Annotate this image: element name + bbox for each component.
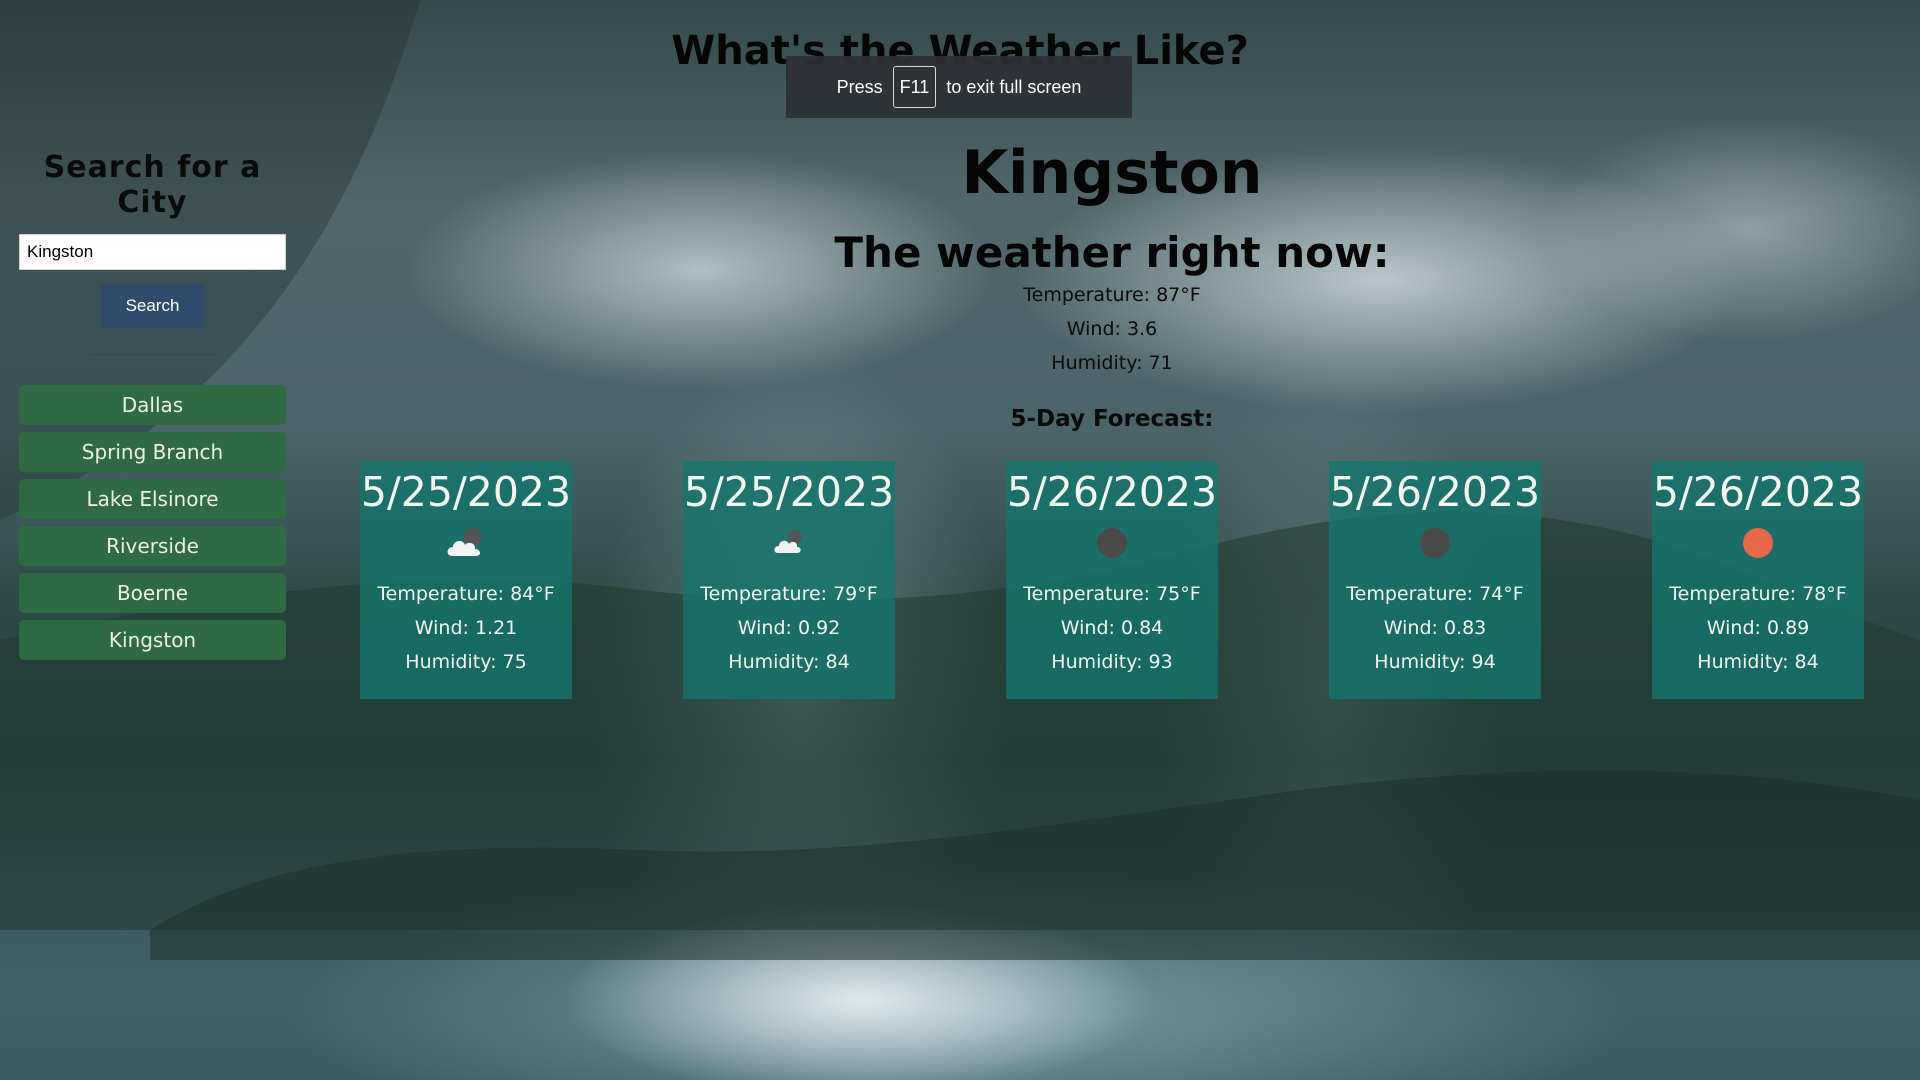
forecast-card-5: 5/26/2023 Temperature: 78°F Wind: 0.89 H… bbox=[1652, 461, 1864, 699]
history-button-kingston[interactable]: Kingston bbox=[19, 620, 286, 660]
fullscreen-notice-exit: to exit full screen bbox=[946, 76, 1082, 97]
current-temperature: Temperature: 87°F bbox=[1023, 284, 1201, 306]
f11-key-hint: F11 bbox=[892, 66, 937, 108]
forecast-temperature: Temperature: 75°F bbox=[1023, 583, 1201, 605]
forecast-card-2: 5/25/2023 Temperature: 79°F Wind: 0.92 H… bbox=[683, 461, 895, 699]
forecast-date: 5/25/2023 bbox=[360, 468, 572, 516]
forecast-wind: Wind: 0.92 bbox=[737, 617, 841, 639]
forecast-humidity: Humidity: 84 bbox=[1697, 651, 1819, 673]
forecast-temperature: Temperature: 78°F bbox=[1669, 583, 1847, 605]
forecast-heading: 5-Day Forecast: bbox=[1010, 406, 1214, 432]
few-clouds-night-icon bbox=[360, 517, 572, 569]
clear-night-icon bbox=[1329, 517, 1541, 569]
forecast-humidity: Humidity: 75 bbox=[405, 651, 527, 673]
sidebar-divider bbox=[89, 354, 216, 355]
history-button-boerne[interactable]: Boerne bbox=[19, 573, 286, 613]
forecast-date: 5/26/2023 bbox=[1329, 468, 1541, 516]
city-search-input[interactable] bbox=[19, 234, 286, 270]
forecast-card-3: 5/26/2023 Temperature: 75°F Wind: 0.84 H… bbox=[1006, 461, 1218, 699]
forecast-date: 5/26/2023 bbox=[1006, 468, 1218, 516]
forecast-humidity: Humidity: 94 bbox=[1374, 651, 1496, 673]
sidebar: Search for a City Search Dallas Spring B… bbox=[19, 150, 286, 667]
search-history-list: Dallas Spring Branch Lake Elsinore River… bbox=[19, 385, 286, 660]
scattered-clouds-night-icon bbox=[683, 517, 895, 569]
current-wind: Wind: 3.6 bbox=[1066, 318, 1158, 340]
forecast-wind: Wind: 0.83 bbox=[1383, 617, 1487, 639]
forecast-temperature: Temperature: 74°F bbox=[1346, 583, 1524, 605]
forecast-wind: Wind: 0.84 bbox=[1060, 617, 1164, 639]
history-button-spring-branch[interactable]: Spring Branch bbox=[19, 432, 286, 472]
search-button[interactable]: Search bbox=[101, 284, 204, 328]
forecast-card-4: 5/26/2023 Temperature: 74°F Wind: 0.83 H… bbox=[1329, 461, 1541, 699]
current-humidity: Humidity: 71 bbox=[1051, 352, 1173, 374]
history-button-lake-elsinore[interactable]: Lake Elsinore bbox=[19, 479, 286, 519]
clear-day-sun-icon bbox=[1652, 517, 1864, 569]
forecast-wind: Wind: 0.89 bbox=[1706, 617, 1810, 639]
clear-night-icon bbox=[1006, 517, 1218, 569]
forecast-humidity: Humidity: 84 bbox=[728, 651, 850, 673]
forecast-date: 5/26/2023 bbox=[1652, 468, 1864, 516]
forecast-date: 5/25/2023 bbox=[683, 468, 895, 516]
history-button-dallas[interactable]: Dallas bbox=[19, 385, 286, 425]
fullscreen-notice: Press F11 to exit full screen bbox=[786, 56, 1132, 118]
search-title: Search for a City bbox=[43, 150, 262, 220]
current-city-name: Kingston bbox=[961, 138, 1263, 208]
current-weather-heading: The weather right now: bbox=[834, 228, 1390, 277]
forecast-temperature: Temperature: 84°F bbox=[377, 583, 555, 605]
forecast-humidity: Humidity: 93 bbox=[1051, 651, 1173, 673]
fullscreen-notice-press: Press bbox=[836, 76, 883, 97]
history-button-riverside[interactable]: Riverside bbox=[19, 526, 286, 566]
forecast-temperature: Temperature: 79°F bbox=[700, 583, 878, 605]
forecast-card-1: 5/25/2023 Temperature: 84°F Wind: 1.21 H… bbox=[360, 461, 572, 699]
forecast-wind: Wind: 1.21 bbox=[414, 617, 518, 639]
